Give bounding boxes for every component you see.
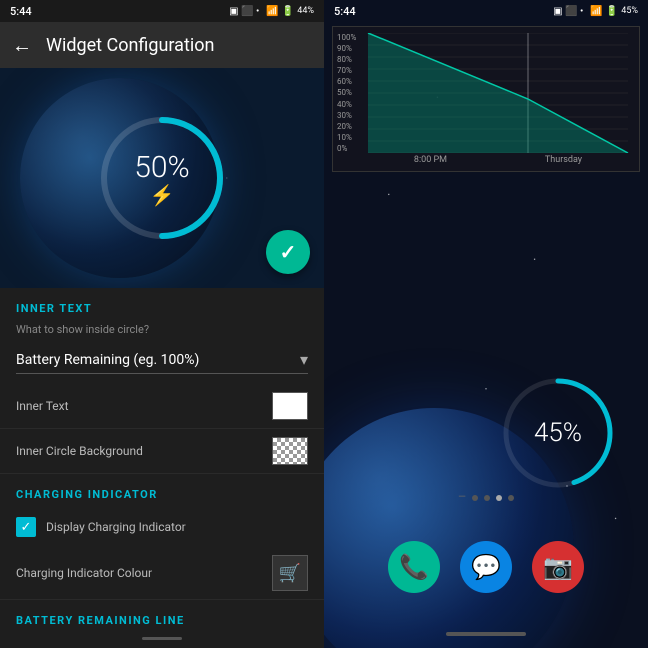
dropdown-row[interactable]: Battery Remaining (eg. 100%) ▾ [0,344,324,384]
charging-colour-row[interactable]: Charging Indicator Colour 🛒 [0,547,324,600]
y-label-0: 0% [337,144,356,153]
dot-1 [472,495,478,501]
y-label-90: 90% [337,44,356,53]
widget-preview: 50% ⚡ [0,68,324,288]
page-title: Widget Configuration [46,35,214,56]
settings-content[interactable]: INNER TEXT What to show inside circle? B… [0,288,324,648]
dot-2 [484,495,490,501]
charging-section-header: CHARGING INDICATOR [0,474,324,507]
chart-area: 100% 90% 80% 70% 60% 50% 40% 30% 20% 10%… [365,33,631,153]
dropdown-arrow-icon: ▾ [300,350,308,369]
page-dots: — [324,492,648,503]
right-signal-icon: 📶 [590,6,602,17]
camera-app-icon[interactable]: 📷 [532,541,584,593]
dot-4 [508,495,514,501]
circle-widget: 50% ⚡ [97,113,227,243]
y-label-70: 70% [337,66,356,75]
inner-text-row[interactable]: Inner Text [0,384,324,429]
charging-checkbox[interactable]: ✓ [16,517,36,537]
app-icons-row: 📞 💬 📷 [324,541,648,593]
circle-text: 50% ⚡ [134,150,189,207]
inner-text-sub-label: What to show inside circle? [0,321,324,344]
right-notification-icons: ▣ ⬛ • [553,6,583,17]
right-panel: 5:44 ▣ ⬛ • 📶 🔋 45% 100% 90% 80% 70% 60% … [324,0,648,648]
phone-icon: 📞 [399,553,429,581]
lightning-icon: ⚡ [134,183,189,207]
inner-circle-bg-row[interactable]: Inner Circle Background [0,429,324,474]
charging-checkbox-label: Display Charging Indicator [46,520,186,534]
back-button[interactable]: ← [12,33,32,58]
signal-icon: 📶 [266,6,278,17]
y-label-40: 40% [337,100,356,109]
right-status-icons: ▣ ⬛ • 📶 🔋 45% [553,6,638,17]
left-status-time: 5:44 [10,5,32,18]
left-panel: 5:44 ▣ ⬛ • 📶 🔋 44% ← Widget Configuratio… [0,0,324,648]
battery-chart: 100% 90% 80% 70% 60% 50% 40% 30% 20% 10%… [332,26,640,172]
y-axis-labels: 100% 90% 80% 70% 60% 50% 40% 30% 20% 10%… [337,33,356,153]
x-label-time: 8:00 PM [414,155,447,165]
battery-icon: 🔋 [282,6,294,17]
y-label-60: 60% [337,77,356,86]
battery-percent: 44% [297,6,314,16]
right-circle-text: 45% [534,418,582,448]
display-charging-row[interactable]: ✓ Display Charging Indicator [0,507,324,547]
right-widget: 45% [498,373,618,493]
circle-percent: 50% [134,150,189,185]
chart-svg [365,33,631,153]
right-battery-icon: 🔋 [606,6,618,17]
y-label-10: 10% [337,133,356,142]
right-circle-percent: 45% [534,418,582,448]
left-status-bar: 5:44 ▣ ⬛ • 📶 🔋 44% [0,0,324,22]
dots-dash: — [458,492,466,503]
inner-text-section-header: INNER TEXT [0,288,324,321]
right-status-bar: 5:44 ▣ ⬛ • 📶 🔋 45% [324,0,648,22]
battery-line-section-header: BATTERY REMAINING LINE [0,600,324,633]
scroll-indicator [142,637,182,640]
right-status-time: 5:44 [334,5,356,18]
messages-app-icon[interactable]: 💬 [460,541,512,593]
toolbar: ← Widget Configuration [0,22,324,68]
notification-icons: ▣ ⬛ • [229,6,259,17]
charging-colour-label: Charging Indicator Colour [16,566,152,580]
left-status-icons: ▣ ⬛ • 📶 🔋 44% [229,6,314,17]
dropdown-control[interactable]: Battery Remaining (eg. 100%) ▾ [16,350,308,374]
y-label-100: 100% [337,33,356,42]
y-label-80: 80% [337,55,356,64]
y-label-20: 20% [337,122,356,131]
x-label-day: Thursday [545,155,582,165]
right-battery-percent: 45% [621,6,638,16]
charging-colour-swatch[interactable]: 🛒 [272,555,308,591]
inner-circle-bg-label: Inner Circle Background [16,444,143,458]
y-label-50: 50% [337,88,356,97]
inner-circle-bg-swatch[interactable] [272,437,308,465]
home-indicator [446,632,526,636]
messages-icon: 💬 [471,553,501,581]
x-axis-labels: 8:00 PM Thursday [365,155,631,165]
dropdown-value: Battery Remaining (eg. 100%) [16,352,199,368]
phone-app-icon[interactable]: 📞 [388,541,440,593]
inner-text-label: Inner Text [16,399,69,413]
confirm-fab[interactable] [266,230,310,274]
dot-3-active [496,495,502,501]
y-label-30: 30% [337,111,356,120]
inner-text-color-swatch[interactable] [272,392,308,420]
camera-icon: 📷 [543,553,573,581]
